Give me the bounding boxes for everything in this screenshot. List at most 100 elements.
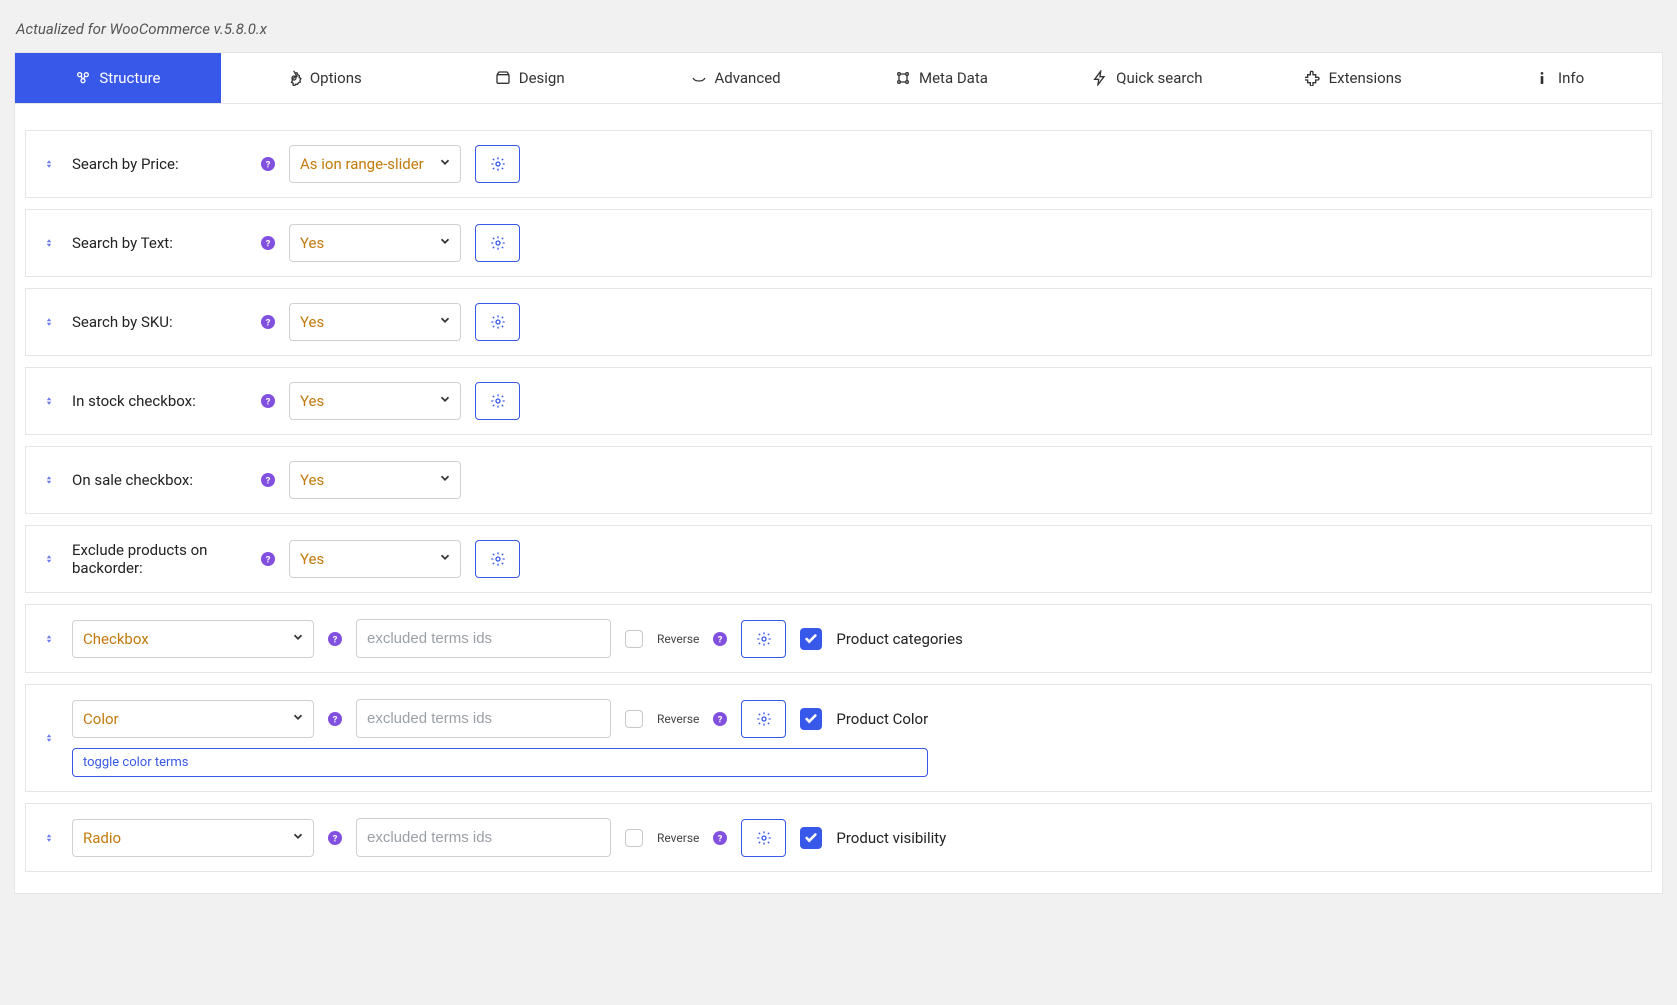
- chevron-down-icon: [291, 829, 305, 847]
- select-value: Radio: [83, 829, 121, 847]
- structure-icon: [75, 70, 91, 86]
- rows-content: Search by Price: As ion range-slider Sea…: [15, 104, 1662, 893]
- setting-select[interactable]: Yes: [289, 540, 461, 578]
- settings-button[interactable]: [741, 620, 786, 658]
- help-icon[interactable]: [261, 394, 275, 408]
- tab-label: Design: [519, 69, 565, 87]
- sort-handle[interactable]: [40, 474, 58, 486]
- select-value: Yes: [300, 313, 324, 331]
- sort-handle[interactable]: [40, 633, 58, 645]
- help-icon[interactable]: [713, 831, 727, 845]
- setting-label: Search by SKU:: [72, 313, 247, 331]
- setting-label: Search by Price:: [72, 155, 247, 173]
- tab-structure[interactable]: Structure: [15, 53, 221, 103]
- bolt-icon: [1092, 70, 1108, 86]
- help-icon[interactable]: [261, 236, 275, 250]
- enabled-checkbox[interactable]: [800, 628, 822, 650]
- tab-extensions[interactable]: Extensions: [1250, 53, 1456, 103]
- info-icon: [1534, 70, 1550, 86]
- select-value: Checkbox: [83, 630, 149, 648]
- sort-handle[interactable]: [40, 316, 58, 328]
- setting-label: Exclude products on backorder:: [72, 541, 247, 577]
- filter-row: Color Reverse Product Color toggle color…: [25, 684, 1652, 792]
- tab-quicksearch[interactable]: Quick search: [1044, 53, 1250, 103]
- setting-label: On sale checkbox:: [72, 471, 247, 489]
- setting-label: Search by Text:: [72, 234, 247, 252]
- filter-name: Product Color: [836, 710, 928, 728]
- settings-button[interactable]: [475, 303, 520, 341]
- settings-button[interactable]: [475, 145, 520, 183]
- select-value: Yes: [300, 471, 324, 489]
- setting-select[interactable]: Yes: [289, 461, 461, 499]
- excluded-terms-input[interactable]: [356, 818, 611, 857]
- sort-handle[interactable]: [40, 553, 58, 565]
- setting-row: Search by SKU: Yes: [25, 288, 1652, 356]
- sort-handle[interactable]: [40, 395, 58, 407]
- select-value: Yes: [300, 234, 324, 252]
- advanced-icon: [691, 70, 707, 86]
- metadata-icon: [895, 70, 911, 86]
- help-icon[interactable]: [328, 712, 342, 726]
- tab-label: Meta Data: [919, 69, 988, 87]
- settings-button[interactable]: [741, 819, 786, 857]
- select-value: Color: [83, 710, 119, 728]
- reverse-checkbox[interactable]: [625, 710, 643, 728]
- help-icon[interactable]: [713, 712, 727, 726]
- filter-type-select[interactable]: Radio: [72, 819, 314, 857]
- settings-button[interactable]: [475, 224, 520, 262]
- tab-advanced[interactable]: Advanced: [633, 53, 839, 103]
- toggle-color-terms[interactable]: toggle color terms: [72, 748, 928, 777]
- help-icon[interactable]: [261, 157, 275, 171]
- sort-handle[interactable]: [40, 158, 58, 170]
- help-icon[interactable]: [328, 632, 342, 646]
- setting-row: Exclude products on backorder: Yes: [25, 525, 1652, 593]
- filter-name: Product visibility: [836, 829, 946, 847]
- reverse-label: Reverse: [657, 712, 699, 726]
- setting-row: On sale checkbox: Yes: [25, 446, 1652, 514]
- chevron-down-icon: [438, 313, 452, 331]
- help-icon[interactable]: [328, 831, 342, 845]
- tab-options[interactable]: Options: [221, 53, 427, 103]
- main-panel: Structure Options Design Advanced: [14, 52, 1663, 894]
- setting-select[interactable]: Yes: [289, 224, 461, 262]
- setting-select[interactable]: Yes: [289, 303, 461, 341]
- settings-button[interactable]: [741, 700, 786, 738]
- sort-handle[interactable]: [40, 732, 58, 744]
- help-icon[interactable]: [261, 552, 275, 566]
- excluded-terms-input[interactable]: [356, 699, 611, 738]
- help-icon[interactable]: [713, 632, 727, 646]
- filter-type-select[interactable]: Color: [72, 700, 314, 738]
- help-icon[interactable]: [261, 473, 275, 487]
- sort-handle[interactable]: [40, 832, 58, 844]
- help-icon[interactable]: [261, 315, 275, 329]
- enabled-checkbox[interactable]: [800, 827, 822, 849]
- setting-select[interactable]: As ion range-slider: [289, 145, 461, 183]
- chevron-down-icon: [291, 630, 305, 648]
- chevron-down-icon: [438, 234, 452, 252]
- select-value: Yes: [300, 392, 324, 410]
- setting-row: In stock checkbox: Yes: [25, 367, 1652, 435]
- settings-button[interactable]: [475, 540, 520, 578]
- sort-handle[interactable]: [40, 237, 58, 249]
- tab-info[interactable]: Info: [1456, 53, 1662, 103]
- tab-metadata[interactable]: Meta Data: [839, 53, 1045, 103]
- tab-label: Extensions: [1329, 69, 1402, 87]
- excluded-terms-input[interactable]: [356, 619, 611, 658]
- reverse-checkbox[interactable]: [625, 630, 643, 648]
- gear-icon: [286, 70, 302, 86]
- filter-type-select[interactable]: Checkbox: [72, 620, 314, 658]
- reverse-label: Reverse: [657, 831, 699, 845]
- setting-label: In stock checkbox:: [72, 392, 247, 410]
- tab-label: Quick search: [1116, 69, 1202, 87]
- tab-design[interactable]: Design: [427, 53, 633, 103]
- reverse-checkbox[interactable]: [625, 829, 643, 847]
- chevron-down-icon: [438, 392, 452, 410]
- tab-label: Structure: [99, 69, 160, 87]
- filter-name: Product categories: [836, 630, 962, 648]
- enabled-checkbox[interactable]: [800, 708, 822, 730]
- chevron-down-icon: [291, 710, 305, 728]
- select-value: Yes: [300, 550, 324, 568]
- version-note: Actualized for WooCommerce v.5.8.0.x: [14, 0, 1663, 52]
- setting-select[interactable]: Yes: [289, 382, 461, 420]
- settings-button[interactable]: [475, 382, 520, 420]
